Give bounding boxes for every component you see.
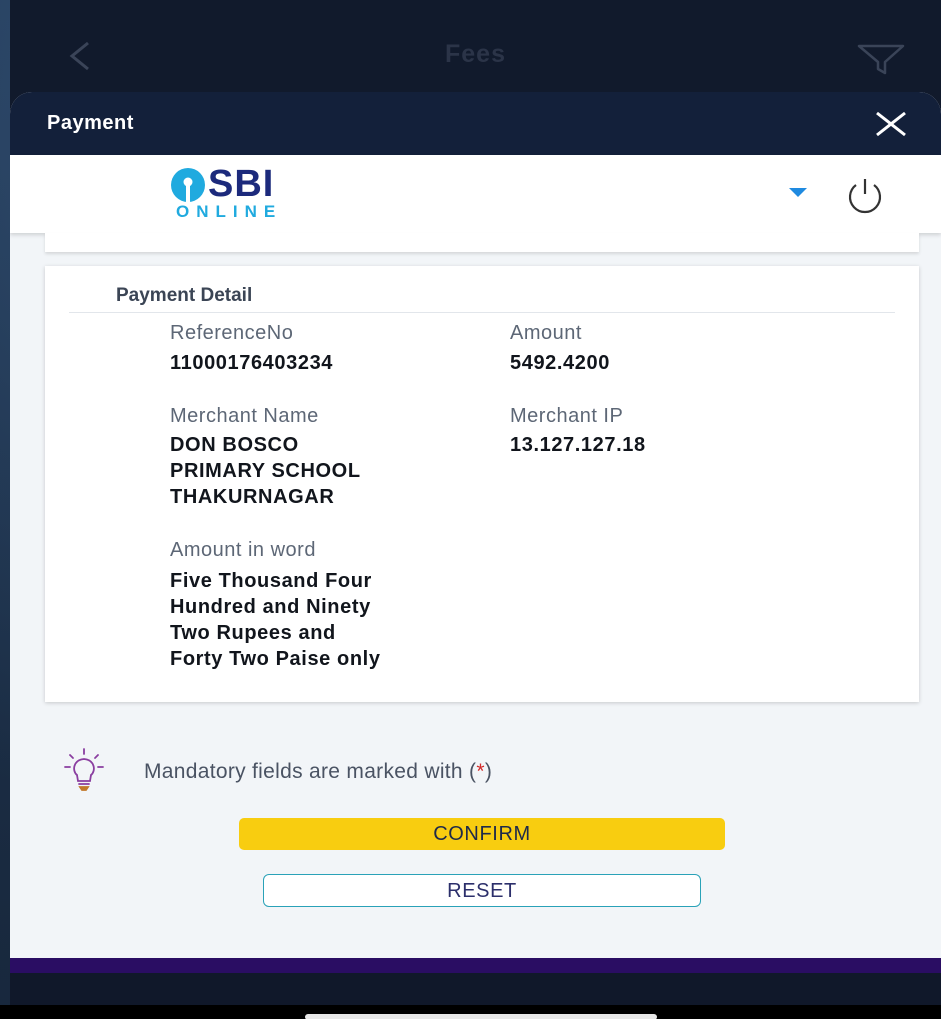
merchant-name-label: Merchant Name — [170, 405, 319, 427]
sheet-title: Payment — [47, 112, 134, 134]
amount-label: Amount — [510, 322, 582, 344]
mandatory-note-close: ) — [484, 760, 493, 783]
amount-in-word-line: Five Thousand Four — [170, 570, 372, 592]
mandatory-note: Mandatory fields are marked with (*) — [144, 760, 492, 784]
merchant-ip-value: 13.127.127.18 — [510, 434, 646, 456]
confirm-button[interactable]: CONFIRM — [239, 818, 725, 850]
payment-detail-card: Payment Detail ReferenceNo 1100017640323… — [45, 266, 919, 702]
divider — [69, 312, 895, 313]
home-indicator[interactable] — [305, 1014, 657, 1019]
amount-value: 5492.4200 — [510, 352, 610, 374]
close-icon[interactable] — [874, 110, 908, 138]
payment-detail-heading: Payment Detail — [116, 285, 253, 306]
filter-icon[interactable] — [856, 42, 906, 76]
amount-in-word-line: Hundred and Ninety — [170, 596, 371, 618]
reference-no-value: 11000176403234 — [170, 352, 334, 374]
power-icon[interactable] — [843, 175, 887, 215]
sbi-keyhole-icon — [171, 168, 205, 203]
payment-sheet-header: Payment — [10, 92, 941, 155]
mandatory-note-text: Mandatory fields are marked with ( — [144, 760, 477, 783]
merchant-name-line: THAKURNAGAR — [170, 486, 335, 508]
collapsed-card — [45, 233, 919, 252]
amount-in-word-line: Forty Two Paise only — [170, 648, 381, 670]
fees-title: Fees — [445, 40, 506, 68]
payment-sheet: Payment SBI ONLINE Payment Detail Refere… — [10, 92, 941, 1019]
phone-screen: Fees Payment SBI ONLINE Payment Detail R… — [10, 0, 941, 1019]
reference-no-label: ReferenceNo — [170, 322, 294, 344]
caret-down-icon[interactable] — [788, 187, 808, 199]
logo-subtext: ONLINE — [176, 202, 283, 221]
amount-in-word-line: Two Rupees and — [170, 622, 336, 644]
merchant-name-line: DON BOSCO — [170, 434, 299, 456]
lightbulb-icon — [64, 748, 104, 791]
sbi-online-logo: SBI ONLINE — [170, 165, 330, 221]
required-star: * — [476, 760, 485, 783]
reset-button[interactable]: RESET — [263, 874, 701, 907]
amount-in-word-label: Amount in word — [170, 539, 316, 561]
logo-wordmark: SBI — [208, 163, 275, 205]
merchant-name-line: PRIMARY SCHOOL — [170, 460, 361, 482]
merchant-ip-label: Merchant IP — [510, 405, 624, 427]
bank-selector[interactable]: SBI ONLINE — [10, 155, 941, 233]
bottom-accent-bar — [10, 958, 941, 973]
